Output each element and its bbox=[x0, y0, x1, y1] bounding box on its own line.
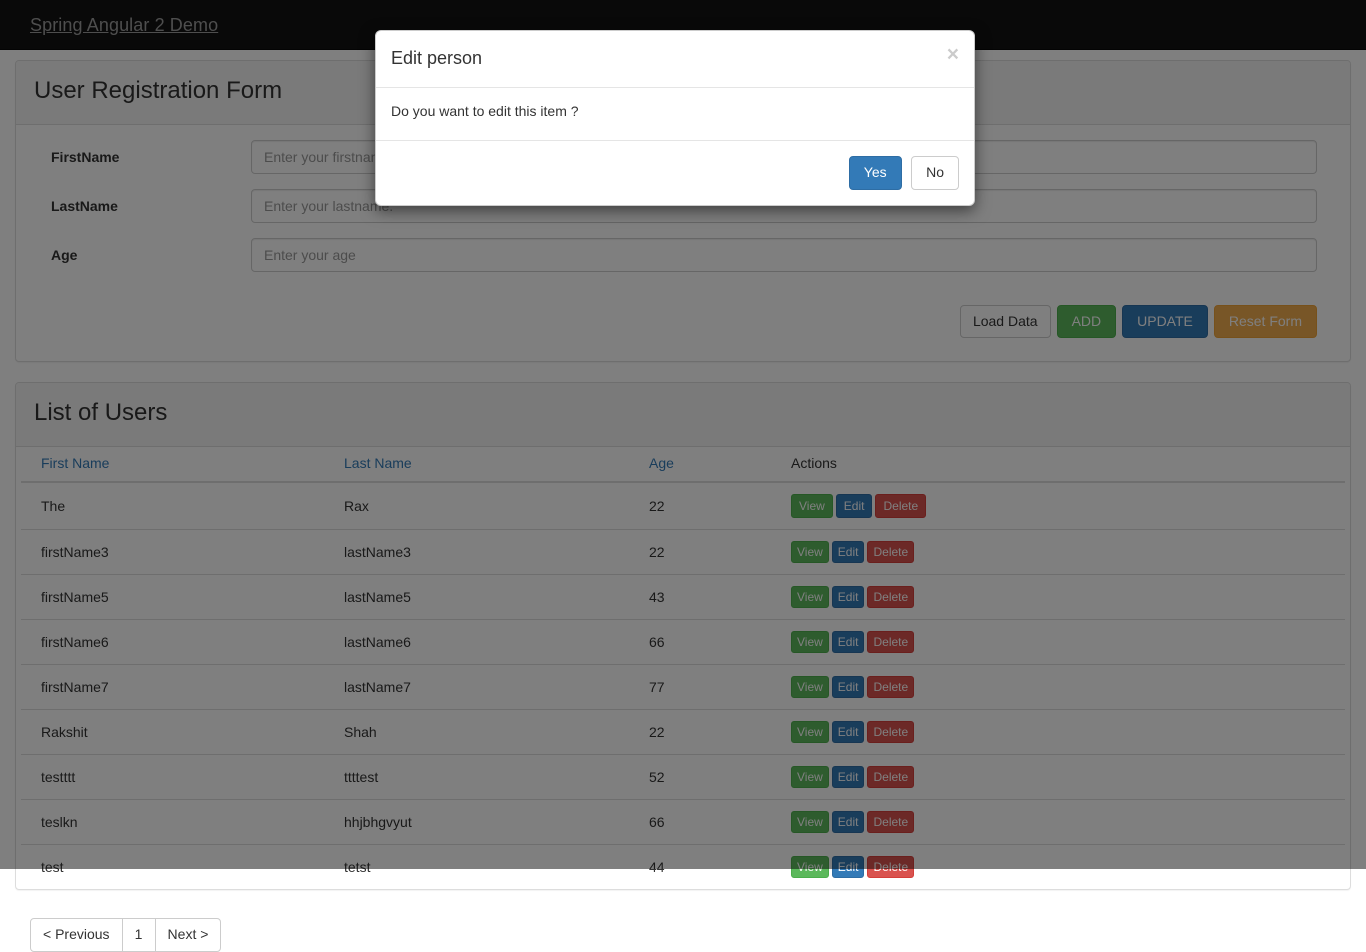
modal-body-text: Do you want to edit this item ? bbox=[391, 103, 579, 119]
edit-person-modal: Edit person × Do you want to edit this i… bbox=[375, 30, 975, 206]
modal-body: Do you want to edit this item ? bbox=[376, 88, 974, 140]
modal-footer: Yes No bbox=[376, 140, 974, 205]
pagination: < Previous 1 Next > bbox=[15, 910, 1351, 952]
previous-page-button[interactable]: < Previous bbox=[30, 918, 123, 952]
modal-confirm-yes-button[interactable]: Yes bbox=[849, 156, 902, 190]
next-page-button[interactable]: Next > bbox=[155, 918, 222, 952]
pagination-button-group: < Previous 1 Next > bbox=[30, 918, 221, 952]
close-icon[interactable]: × bbox=[947, 44, 959, 65]
modal-title: Edit person bbox=[391, 46, 482, 72]
modal-cancel-no-button[interactable]: No bbox=[911, 156, 959, 190]
modal-header: Edit person × bbox=[376, 31, 974, 88]
page-number-button-1[interactable]: 1 bbox=[122, 918, 156, 952]
